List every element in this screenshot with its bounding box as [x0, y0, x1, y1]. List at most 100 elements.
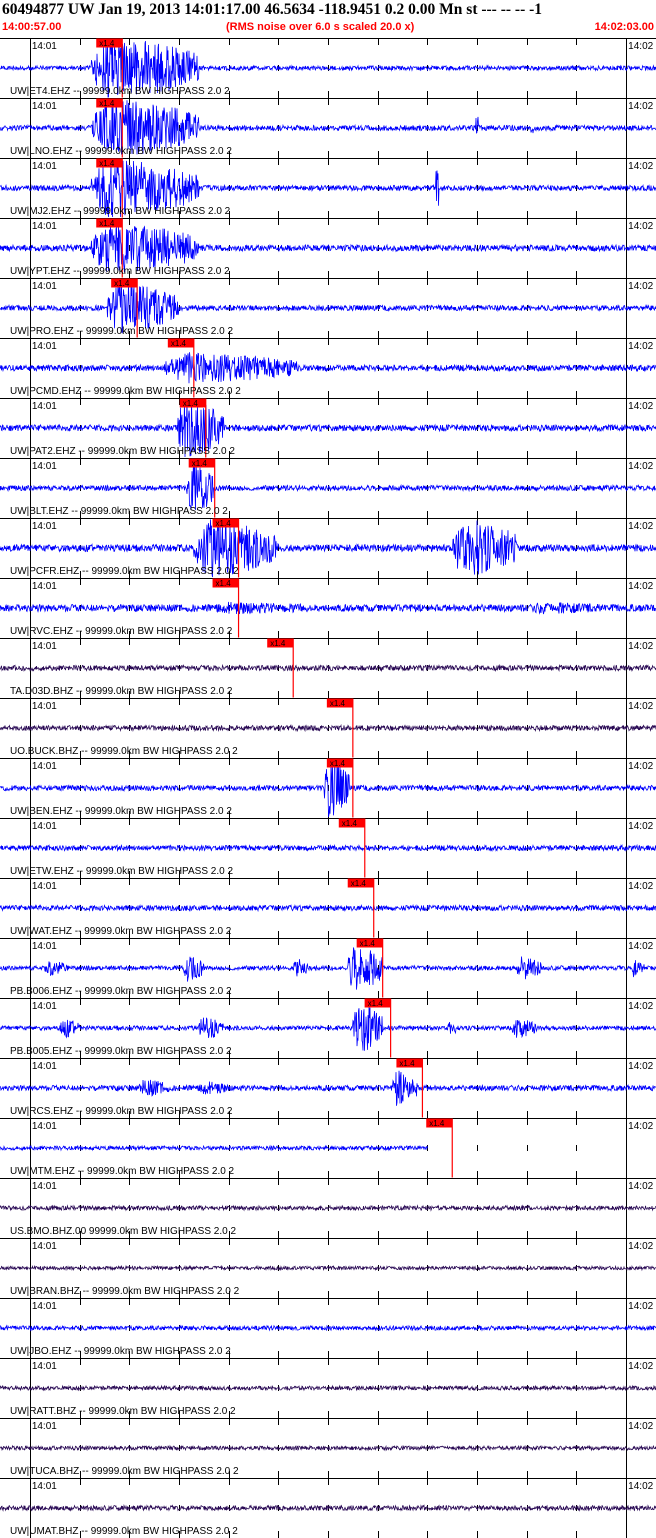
station-label: UO.BUCK.BHZ -- 99999.0km BW HIGHPASS 2.0…	[10, 746, 238, 757]
minute-tick-label: 14:02	[628, 221, 653, 232]
minute-tick-label: 14:01	[32, 1241, 57, 1252]
minute-tick-label: 14:01	[32, 821, 57, 832]
trace-row: 14:01 14:02 x1.4 UO.BUCK.BHZ -- 99999.0km B…	[0, 698, 656, 758]
trace-row: 14:01 14:02 x1.4 UW|ETW.EHZ -- 99999.0km BW…	[0, 818, 656, 878]
station-label: UW|BLT.EHZ -- 99999.0km BW HIGHPASS 2.0 …	[10, 506, 228, 517]
waveform	[0, 222, 656, 273]
pick-label: x1.4	[99, 159, 115, 168]
trace-row: 14:01 14:02 x1.4 PB.B005.EHZ -- 99999.0km B…	[0, 998, 656, 1058]
pick-label: x1.4	[342, 819, 358, 828]
minute-tick-label: 14:02	[628, 281, 653, 292]
station-label: PB.B005.EHZ -- 99999.0km BW HIGHPASS 2.0…	[10, 1046, 232, 1057]
plot-title: 60494877 UW Jan 19, 2013 14:01:17.00 46.…	[2, 1, 543, 18]
minute-tick-label: 14:01	[32, 161, 57, 172]
station-label: UW|ET4.EHZ -- 99999.0km BW HIGHPASS 2.0 …	[10, 86, 230, 97]
minute-tick-label: 14:02	[628, 1421, 653, 1432]
minute-tick-label: 14:01	[32, 641, 57, 652]
start-time-label: 14:00:57.00	[2, 21, 62, 33]
station-label: US.BMO.BHZ.00 99999.0km BW HIGHPASS 2.0 …	[10, 1226, 236, 1237]
station-label: UW|PCMD.EHZ -- 99999.0km BW HIGHPASS 2.0…	[10, 386, 241, 397]
minute-tick-label: 14:02	[628, 1121, 653, 1132]
trace-row: 14:01 14:02 x1.4 UW|PRO.EHZ -- 99999.0km BW…	[0, 278, 656, 338]
plot-header: 60494877 UW Jan 19, 2013 14:01:17.00 46.…	[0, 0, 656, 38]
trace-row: 14:01 14:02 x1.4 UW|YPT.EHZ -- 99999.0km BW…	[0, 218, 656, 278]
minute-tick-label: 14:02	[628, 461, 653, 472]
minute-tick-label: 14:02	[628, 1481, 653, 1492]
pick-label: x1.4	[99, 39, 115, 48]
pick-label: x1.4	[114, 279, 130, 288]
station-label: UW|PCFR.EHZ -- 99999.0km BW HIGHPASS 2.0…	[10, 566, 239, 577]
trace-row: 14:01 14:02 x1.4 PB.B006.EHZ -- 99999.0km B…	[0, 938, 656, 998]
waveform	[0, 1070, 656, 1106]
pick-label: x1.4	[99, 99, 115, 108]
minute-tick-label: 14:01	[32, 101, 57, 112]
minute-tick-label: 14:02	[628, 1361, 653, 1372]
minute-tick-label: 14:01	[32, 1181, 57, 1192]
minute-tick-label: 14:01	[32, 521, 57, 532]
trace-row: 14:01 14:02 x1.4 UW|ET4.EHZ -- 99999.0km BW…	[0, 38, 656, 98]
trace-row: 14:01 14:02 x1.4 UW|WAT.EHZ -- 99999.0km BW…	[0, 878, 656, 938]
pick-label: x1.4	[330, 699, 346, 708]
station-label: TA.D03D.BHZ -- 99999.0km BW HIGHPASS 2.0…	[10, 686, 233, 697]
trace-row: 14:01 14:02 x1.4 UW|LNO.EHZ -- 99999.0km BW…	[0, 98, 656, 158]
minute-tick-label: 14:01	[32, 941, 57, 952]
station-label: UW|TUCA.BHZ -- 99999.0km BW HIGHPASS 2.0…	[10, 1466, 239, 1477]
station-label: UW|RCS.EHZ -- 99999.0km BW HIGHPASS 2.0 …	[10, 1106, 233, 1117]
minute-tick-label: 14:02	[628, 521, 653, 532]
trace-row: 14:01 14:02 UW|BRAN.BHZ -- 99999.0km BW HI…	[0, 1238, 656, 1298]
station-label: PB.B006.EHZ -- 99999.0km BW HIGHPASS 2.0…	[10, 986, 232, 997]
pick-label: x1.4	[171, 339, 187, 348]
trace-row: 14:01 14:02 x1.4 UW|RVC.EHZ -- 99999.0km BW…	[0, 578, 656, 638]
waveform	[0, 1444, 656, 1452]
station-label: UW|YPT.EHZ -- 99999.0km BW HIGHPASS 2.0 …	[10, 266, 230, 277]
waveform	[0, 601, 656, 615]
trace-row: 14:01 14:02 x1.4 UW|BLT.EHZ -- 99999.0km BW…	[0, 458, 656, 518]
minute-tick-label: 14:01	[32, 401, 57, 412]
station-label: UW|ETW.EHZ -- 99999.0km BW HIGHPASS 2.0 …	[10, 866, 233, 877]
pick-label: x1.4	[360, 939, 376, 948]
station-label: UW|PAT2.EHZ -- 99999.0km BW HIGHPASS 2.0…	[10, 446, 235, 457]
end-time-label: 14:02:03.00	[594, 21, 654, 33]
pick-label: x1.4	[429, 1119, 445, 1128]
minute-tick-label: 14:02	[628, 101, 653, 112]
minute-tick-label: 14:02	[628, 641, 653, 652]
minute-tick-label: 14:01	[32, 581, 57, 592]
minute-tick-label: 14:02	[628, 161, 653, 172]
pick-label: x1.4	[351, 879, 367, 888]
trace-row: 14:01 14:02 US.BMO.BHZ.00 99999.0km BW HIG…	[0, 1178, 656, 1238]
trace-row: 14:01 14:02 UW|UMAT.BHZ -- 99999.0km BW HI…	[0, 1478, 656, 1538]
pick-label: x1.4	[216, 579, 232, 588]
minute-tick-label: 14:01	[32, 341, 57, 352]
station-label: UW|RATT.BHZ -- 99999.0km BW HIGHPASS 2.0…	[10, 1406, 236, 1417]
trace-row: 14:01 14:02 x1.4 UW|MJ2.EHZ -- 99999.0km BW…	[0, 158, 656, 218]
trace-row: 14:01 14:02 x1.4 UW|RCS.EHZ -- 99999.0km BW…	[0, 1058, 656, 1118]
minute-tick-label: 14:01	[32, 1001, 57, 1012]
rms-note: (RMS noise over 6.0 s scaled 20.0 x)	[226, 21, 415, 33]
trace-row: 14:01 14:02 x1.4 UW|PAT2.EHZ -- 99999.0km B…	[0, 398, 656, 458]
trace-row: 14:01 14:02 UW|JBO.EHZ -- 99999.0km BW HIG…	[0, 1298, 656, 1358]
minute-tick-label: 14:01	[32, 41, 57, 52]
seismogram-plot: 14:01 14:02 x1.4 UW|ET4.EHZ -- 99999.0km BW…	[0, 38, 656, 1538]
minute-tick-label: 14:02	[628, 1181, 653, 1192]
minute-tick-label: 14:01	[32, 461, 57, 472]
pick-label: x1.4	[192, 459, 208, 468]
minute-tick-label: 14:02	[628, 1001, 653, 1012]
trace-row: 14:01 14:02 UW|TUCA.BHZ -- 99999.0km BW HI…	[0, 1418, 656, 1478]
minute-tick-label: 14:01	[32, 221, 57, 232]
pick-label: x1.4	[99, 219, 115, 228]
minute-tick-label: 14:02	[628, 341, 653, 352]
pick-label: x1.4	[399, 1059, 415, 1068]
minute-tick-label: 14:01	[32, 761, 57, 772]
minute-tick-label: 14:02	[628, 1301, 653, 1312]
minute-tick-label: 14:01	[32, 701, 57, 712]
station-label: UW|WAT.EHZ -- 99999.0km BW HIGHPASS 2.0 …	[10, 926, 232, 937]
minute-tick-label: 14:02	[628, 41, 653, 52]
pick-label: x1.4	[270, 639, 286, 648]
pick-label: x1.4	[183, 399, 199, 408]
minute-tick-label: 14:02	[628, 761, 653, 772]
minute-tick-label: 14:01	[32, 1121, 57, 1132]
trace-row: 14:01 14:02 UW|RATT.BHZ -- 99999.0km BW HI…	[0, 1358, 656, 1418]
trace-row: 14:01 14:02 x1.4 UW|PCFR.EHZ -- 99999.0km B…	[0, 518, 656, 578]
trace-row: 14:01 14:02 x1.4 TA.D03D.BHZ -- 99999.0km B…	[0, 638, 656, 698]
pick-label: x1.4	[368, 999, 384, 1008]
